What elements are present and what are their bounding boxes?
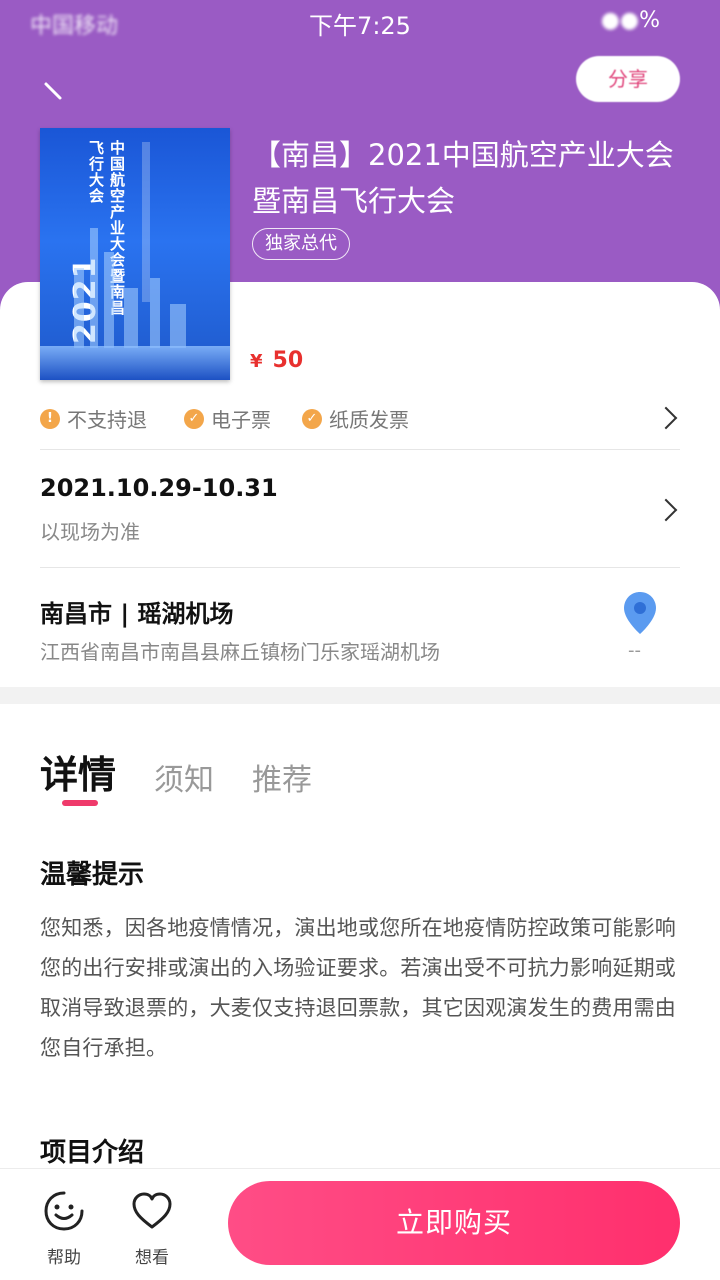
detail-tabs: 详情 须知 推荐 <box>40 744 350 799</box>
price: ¥50 <box>250 348 303 373</box>
tab-details[interactable]: 详情 <box>40 744 116 799</box>
event-date-note: 以现场为准 <box>40 520 140 544</box>
tab-notice[interactable]: 须知 <box>154 755 214 799</box>
want-to-see-button[interactable]: 想看 <box>122 1189 182 1268</box>
chevron-right-icon <box>654 498 678 522</box>
venue-address: 江西省南昌市南昌县麻丘镇杨门乐家瑶湖机场 <box>40 640 440 664</box>
service-info-row[interactable]: ! 不支持退 ✓ 电子票 ✓ 纸质发票 <box>40 396 680 450</box>
poster-building <box>104 252 114 348</box>
check-icon: ✓ <box>184 408 204 429</box>
location-row[interactable]: 南昌市 | 瑶湖机场 江西省南昌市南昌县麻丘镇杨门乐家瑶湖机场 -- <box>40 568 680 686</box>
poster-building <box>90 228 98 348</box>
venue-name: 南昌市 | 瑶湖机场 <box>40 600 234 628</box>
back-arrow-icon[interactable] <box>40 78 70 108</box>
poster-subtitle-band <box>142 142 150 302</box>
bottom-action-bar: 帮助 想看 立即购买 <box>0 1168 720 1280</box>
active-tab-indicator <box>62 800 98 806</box>
poster-building <box>74 268 84 348</box>
status-bar: 中国移动 下午7:25 ●●% <box>0 0 720 40</box>
help-label: 帮助 <box>47 1248 81 1268</box>
intro-title: 项目介绍 <box>40 1138 145 1168</box>
service-item-paper-invoice: ✓ 纸质发票 <box>302 404 409 433</box>
distance-label: -- <box>628 640 641 661</box>
event-poster[interactable]: 2021 中国航空产业大会暨南昌飞行大会 <box>40 128 230 380</box>
poster-building <box>124 288 138 348</box>
price-currency: ¥ <box>250 351 263 372</box>
help-face-icon <box>44 1191 84 1231</box>
exclusive-agent-tag: 独家总代 <box>252 228 350 260</box>
poster-building <box>150 278 160 348</box>
buy-now-button[interactable]: 立即购买 <box>228 1181 680 1265</box>
notice-title: 温馨提示 <box>40 860 145 890</box>
map-pin-icon[interactable] <box>622 590 658 638</box>
price-value: 50 <box>272 348 304 373</box>
poster-water <box>40 346 230 380</box>
chevron-right-icon <box>654 406 678 430</box>
poster-building <box>170 304 186 348</box>
service-item-e-ticket: ✓ 电子票 <box>184 404 271 433</box>
tab-recommend[interactable]: 推荐 <box>252 755 312 799</box>
share-button[interactable]: 分享 <box>576 56 680 102</box>
event-date: 2021.10.29-10.31 <box>40 474 278 502</box>
battery-label: % <box>639 8 660 33</box>
exclamation-icon: ! <box>40 408 60 429</box>
check-icon: ✓ <box>302 408 322 429</box>
heart-icon <box>132 1192 172 1229</box>
notice-body: 您知悉，因各地疫情情况，演出地或您所在地疫情防控政策可能影响您的出行安排或演出的… <box>40 916 676 1060</box>
want-label: 想看 <box>135 1248 169 1268</box>
event-title: 【南昌】2021中国航空产业大会暨南昌飞行大会 <box>252 138 674 218</box>
date-row[interactable]: 2021.10.29-10.31 以现场为准 <box>40 450 680 568</box>
battery-indicator: ●●% <box>600 8 660 33</box>
help-button[interactable]: 帮助 <box>34 1189 94 1268</box>
service-item-no-refund: ! 不支持退 <box>40 404 147 433</box>
